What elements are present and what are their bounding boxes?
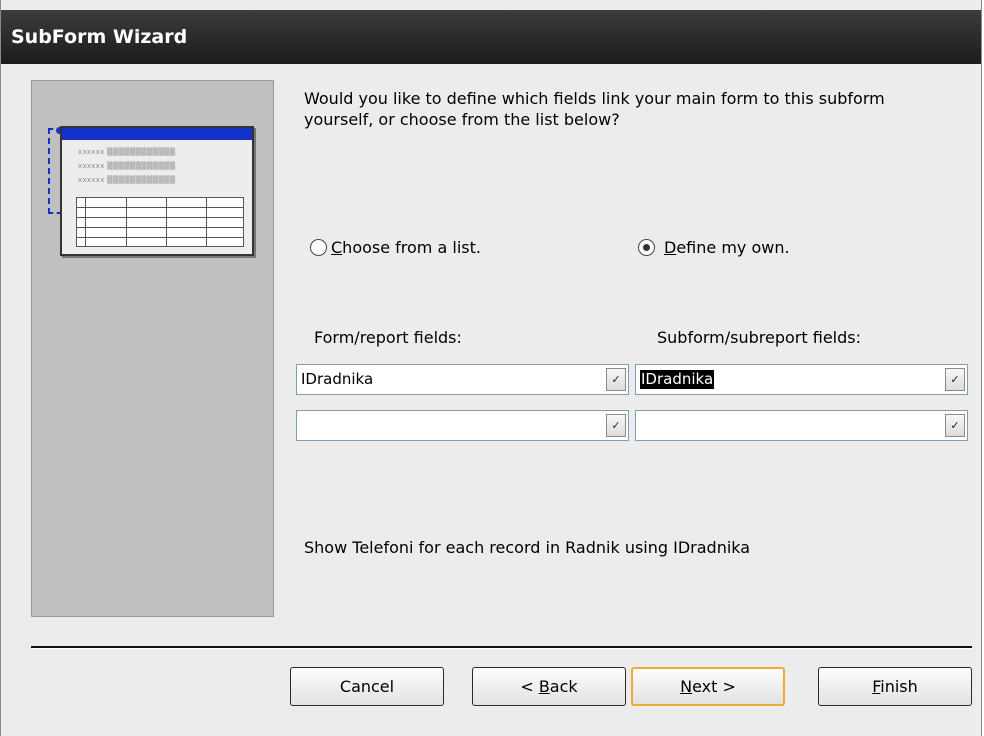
title-bar[interactable]: SubForm Wizard: [1, 10, 981, 64]
form-field-combo-1[interactable]: IDradnika ✓: [296, 364, 629, 395]
button-divider: [31, 646, 972, 649]
link-summary-text: Show Telefoni for each record in Radnik …: [304, 538, 751, 557]
preview-row-3: xxxxxx ▒▒▒▒▒▒▒▒▒▒▒▒: [78, 176, 176, 184]
form-preview-illustration: xxxxxx ▒▒▒▒▒▒▒▒▒▒▒▒ xxxxxx ▒▒▒▒▒▒▒▒▒▒▒▒ …: [60, 126, 254, 256]
next-button[interactable]: Next >: [631, 667, 785, 706]
back-button[interactable]: < Back: [472, 667, 626, 706]
form-field-value-1: IDradnika: [301, 370, 374, 388]
subform-field-combo-2[interactable]: ✓: [635, 410, 968, 441]
preview-row-1: xxxxxx ▒▒▒▒▒▒▒▒▒▒▒▒: [78, 148, 176, 156]
wizard-question: Would you like to define which fields li…: [304, 89, 885, 129]
form-fields-label: Form/report fields:: [314, 328, 462, 347]
chevron-down-icon[interactable]: ✓: [606, 414, 626, 437]
window-title: SubForm Wizard: [11, 26, 188, 48]
preview-header-bar: [62, 128, 252, 140]
chevron-down-icon[interactable]: ✓: [945, 368, 965, 391]
preview-row-2: xxxxxx ▒▒▒▒▒▒▒▒▒▒▒▒: [78, 162, 176, 170]
radio-label-choose: Choose from a list.: [331, 238, 481, 257]
finish-button[interactable]: Finish: [818, 667, 972, 706]
cancel-button[interactable]: Cancel: [290, 667, 444, 706]
subform-field-value-1: IDradnika: [640, 370, 715, 389]
radio-choose-from-list[interactable]: Choose from a list.: [310, 238, 481, 257]
subform-fields-label: Subform/subreport fields:: [657, 328, 861, 347]
preview-subform-grid: [76, 197, 244, 247]
chevron-down-icon[interactable]: ✓: [945, 414, 965, 437]
subform-field-combo-1[interactable]: IDradnika ✓: [635, 364, 968, 395]
radio-circle-define[interactable]: [638, 239, 655, 256]
radio-circle-choose[interactable]: [310, 239, 327, 256]
radio-label-define: Define my own.: [664, 238, 790, 257]
form-field-combo-2[interactable]: ✓: [296, 410, 629, 441]
radio-define-my-own[interactable]: Define my own.: [638, 238, 790, 257]
chevron-down-icon[interactable]: ✓: [606, 368, 626, 391]
